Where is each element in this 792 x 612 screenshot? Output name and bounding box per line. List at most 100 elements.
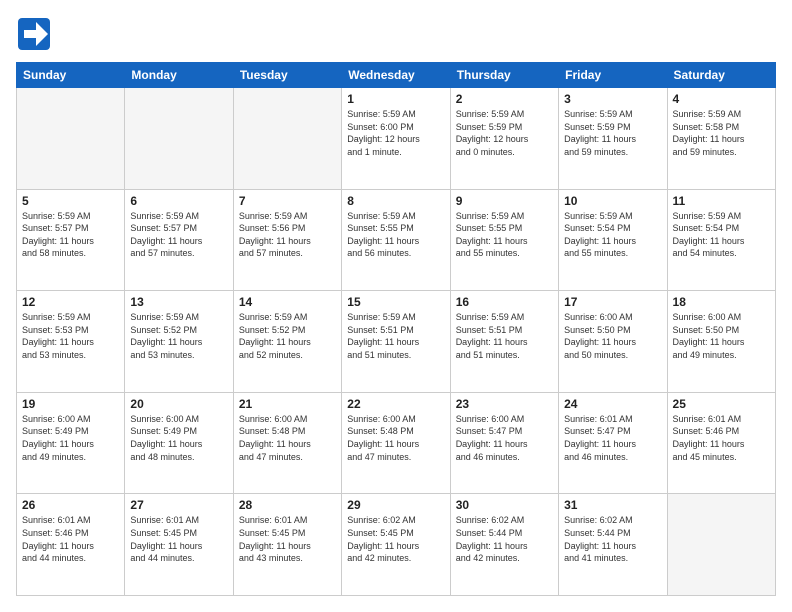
day-number: 1: [347, 92, 444, 106]
day-number: 16: [456, 295, 553, 309]
calendar-cell: 8 Sunrise: 5:59 AM Sunset: 5:55 PM Daylig…: [342, 189, 450, 291]
day-number: 8: [347, 194, 444, 208]
calendar-cell: 19 Sunrise: 6:00 AM Sunset: 5:49 PM Dayli…: [17, 392, 125, 494]
day-info: Sunrise: 6:00 AM Sunset: 5:50 PM Dayligh…: [564, 311, 661, 361]
logo: [16, 16, 52, 52]
calendar-cell: 17 Sunrise: 6:00 AM Sunset: 5:50 PM Dayli…: [559, 291, 667, 393]
day-info: Sunrise: 6:01 AM Sunset: 5:45 PM Dayligh…: [239, 514, 336, 564]
day-number: 19: [22, 397, 119, 411]
day-info: Sunrise: 6:00 AM Sunset: 5:49 PM Dayligh…: [130, 413, 227, 463]
day-info: Sunrise: 6:02 AM Sunset: 5:44 PM Dayligh…: [564, 514, 661, 564]
day-info: Sunrise: 5:59 AM Sunset: 5:57 PM Dayligh…: [22, 210, 119, 260]
day-number: 5: [22, 194, 119, 208]
calendar-cell: 9 Sunrise: 5:59 AM Sunset: 5:55 PM Daylig…: [450, 189, 558, 291]
calendar-cell: 7 Sunrise: 5:59 AM Sunset: 5:56 PM Daylig…: [233, 189, 341, 291]
day-info: Sunrise: 5:59 AM Sunset: 5:57 PM Dayligh…: [130, 210, 227, 260]
day-info: Sunrise: 6:01 AM Sunset: 5:47 PM Dayligh…: [564, 413, 661, 463]
calendar-cell: 22 Sunrise: 6:00 AM Sunset: 5:48 PM Dayli…: [342, 392, 450, 494]
day-number: 21: [239, 397, 336, 411]
day-number: 7: [239, 194, 336, 208]
day-number: 3: [564, 92, 661, 106]
day-info: Sunrise: 6:01 AM Sunset: 5:45 PM Dayligh…: [130, 514, 227, 564]
day-info: Sunrise: 6:00 AM Sunset: 5:49 PM Dayligh…: [22, 413, 119, 463]
calendar-cell: 30 Sunrise: 6:02 AM Sunset: 5:44 PM Dayli…: [450, 494, 558, 596]
calendar-cell: 26Sunrise: 6:01 AM Sunset: 5:46 PM Dayli…: [17, 494, 125, 596]
calendar-cell: [125, 88, 233, 190]
calendar-cell: 23 Sunrise: 6:00 AM Sunset: 5:47 PM Dayli…: [450, 392, 558, 494]
calendar-cell: 5 Sunrise: 5:59 AM Sunset: 5:57 PM Daylig…: [17, 189, 125, 291]
day-number: 2: [456, 92, 553, 106]
day-info: Sunrise: 5:59 AM Sunset: 5:55 PM Dayligh…: [456, 210, 553, 260]
day-number: 26: [22, 498, 119, 512]
calendar-week-5: 26Sunrise: 6:01 AM Sunset: 5:46 PM Dayli…: [17, 494, 776, 596]
day-number: 18: [673, 295, 770, 309]
calendar-cell: 4Sunrise: 5:59 AM Sunset: 5:58 PM Daylig…: [667, 88, 775, 190]
day-info: Sunrise: 5:59 AM Sunset: 5:51 PM Dayligh…: [456, 311, 553, 361]
calendar-cell: 15 Sunrise: 5:59 AM Sunset: 5:51 PM Dayli…: [342, 291, 450, 393]
day-info: Sunrise: 6:00 AM Sunset: 5:50 PM Dayligh…: [673, 311, 770, 361]
calendar-week-4: 19 Sunrise: 6:00 AM Sunset: 5:49 PM Dayli…: [17, 392, 776, 494]
weekday-header-row: SundayMondayTuesdayWednesdayThursdayFrid…: [17, 63, 776, 88]
page: SundayMondayTuesdayWednesdayThursdayFrid…: [0, 0, 792, 612]
day-info: Sunrise: 6:00 AM Sunset: 5:47 PM Dayligh…: [456, 413, 553, 463]
day-info: Sunrise: 5:59 AM Sunset: 5:59 PM Dayligh…: [456, 108, 553, 158]
weekday-header-thursday: Thursday: [450, 63, 558, 88]
calendar-cell: 21 Sunrise: 6:00 AM Sunset: 5:48 PM Dayli…: [233, 392, 341, 494]
weekday-header-wednesday: Wednesday: [342, 63, 450, 88]
day-number: 31: [564, 498, 661, 512]
calendar-cell: 20 Sunrise: 6:00 AM Sunset: 5:49 PM Dayli…: [125, 392, 233, 494]
calendar-cell: 14Sunrise: 5:59 AM Sunset: 5:52 PM Dayli…: [233, 291, 341, 393]
day-info: Sunrise: 6:01 AM Sunset: 5:46 PM Dayligh…: [673, 413, 770, 463]
day-number: 11: [673, 194, 770, 208]
day-number: 20: [130, 397, 227, 411]
day-number: 14: [239, 295, 336, 309]
weekday-header-tuesday: Tuesday: [233, 63, 341, 88]
calendar-cell: 12 Sunrise: 5:59 AM Sunset: 5:53 PM Dayli…: [17, 291, 125, 393]
weekday-header-monday: Monday: [125, 63, 233, 88]
day-number: 29: [347, 498, 444, 512]
day-info: Sunrise: 5:59 AM Sunset: 5:53 PM Dayligh…: [22, 311, 119, 361]
calendar-week-3: 12 Sunrise: 5:59 AM Sunset: 5:53 PM Dayli…: [17, 291, 776, 393]
day-number: 27: [130, 498, 227, 512]
day-number: 17: [564, 295, 661, 309]
day-number: 24: [564, 397, 661, 411]
weekday-header-friday: Friday: [559, 63, 667, 88]
calendar-cell: 11Sunrise: 5:59 AM Sunset: 5:54 PM Dayli…: [667, 189, 775, 291]
calendar-cell: 27 Sunrise: 6:01 AM Sunset: 5:45 PM Dayli…: [125, 494, 233, 596]
calendar-cell: [233, 88, 341, 190]
day-number: 9: [456, 194, 553, 208]
day-info: Sunrise: 5:59 AM Sunset: 5:55 PM Dayligh…: [347, 210, 444, 260]
day-number: 6: [130, 194, 227, 208]
day-number: 12: [22, 295, 119, 309]
day-info: Sunrise: 5:59 AM Sunset: 5:52 PM Dayligh…: [130, 311, 227, 361]
day-info: Sunrise: 5:59 AM Sunset: 6:00 PM Dayligh…: [347, 108, 444, 158]
day-number: 23: [456, 397, 553, 411]
day-number: 10: [564, 194, 661, 208]
day-number: 13: [130, 295, 227, 309]
header: [16, 16, 776, 52]
calendar-body: 1 Sunrise: 5:59 AM Sunset: 6:00 PM Daylig…: [17, 88, 776, 596]
calendar-table: SundayMondayTuesdayWednesdayThursdayFrid…: [16, 62, 776, 596]
day-info: Sunrise: 5:59 AM Sunset: 5:59 PM Dayligh…: [564, 108, 661, 158]
calendar-cell: 18 Sunrise: 6:00 AM Sunset: 5:50 PM Dayli…: [667, 291, 775, 393]
weekday-header-sunday: Sunday: [17, 63, 125, 88]
calendar-week-2: 5 Sunrise: 5:59 AM Sunset: 5:57 PM Daylig…: [17, 189, 776, 291]
day-info: Sunrise: 6:00 AM Sunset: 5:48 PM Dayligh…: [347, 413, 444, 463]
calendar-cell: 29 Sunrise: 6:02 AM Sunset: 5:45 PM Dayli…: [342, 494, 450, 596]
day-number: 22: [347, 397, 444, 411]
calendar-cell: 3 Sunrise: 5:59 AM Sunset: 5:59 PM Daylig…: [559, 88, 667, 190]
calendar-cell: 10 Sunrise: 5:59 AM Sunset: 5:54 PM Dayli…: [559, 189, 667, 291]
calendar-cell: 24 Sunrise: 6:01 AM Sunset: 5:47 PM Dayli…: [559, 392, 667, 494]
day-info: Sunrise: 6:02 AM Sunset: 5:44 PM Dayligh…: [456, 514, 553, 564]
day-info: Sunrise: 5:59 AM Sunset: 5:56 PM Dayligh…: [239, 210, 336, 260]
day-number: 30: [456, 498, 553, 512]
day-number: 15: [347, 295, 444, 309]
calendar-cell: 1 Sunrise: 5:59 AM Sunset: 6:00 PM Daylig…: [342, 88, 450, 190]
day-number: 25: [673, 397, 770, 411]
calendar-cell: [667, 494, 775, 596]
day-info: Sunrise: 5:59 AM Sunset: 5:51 PM Dayligh…: [347, 311, 444, 361]
day-info: Sunrise: 6:00 AM Sunset: 5:48 PM Dayligh…: [239, 413, 336, 463]
calendar-cell: 25 Sunrise: 6:01 AM Sunset: 5:46 PM Dayli…: [667, 392, 775, 494]
day-info: Sunrise: 6:02 AM Sunset: 5:45 PM Dayligh…: [347, 514, 444, 564]
day-info: Sunrise: 5:59 AM Sunset: 5:54 PM Dayligh…: [564, 210, 661, 260]
